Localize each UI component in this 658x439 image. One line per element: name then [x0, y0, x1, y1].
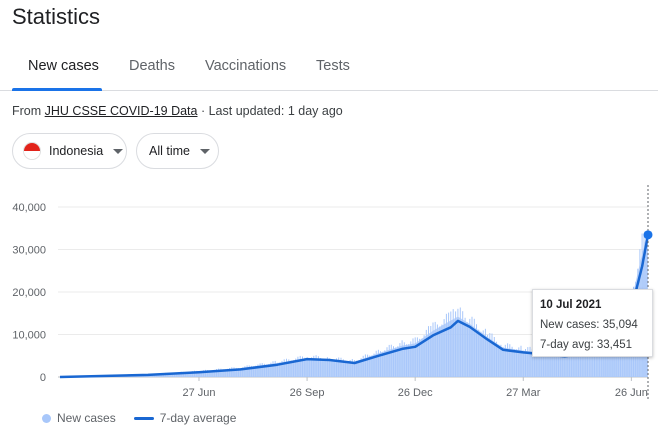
tooltip-new-cases: New cases: 35,094 — [540, 319, 638, 331]
y-tick-label: 0 — [40, 372, 46, 384]
chart-legend: New cases 7-day average — [42, 411, 236, 425]
x-tick-label: 26 Sep — [290, 387, 325, 399]
tooltip-average: 7-day avg: 33,451 — [540, 339, 633, 351]
hover-point — [643, 230, 653, 240]
x-tick-label: 26 Jun — [615, 387, 648, 399]
y-tick-label: 30,000 — [12, 245, 46, 257]
x-tick-label: 27 Jun — [182, 387, 215, 399]
x-tick-label: 26 Dec — [398, 387, 433, 399]
y-tick-label: 40,000 — [12, 202, 46, 214]
x-tick-label: 27 Mar — [506, 387, 541, 399]
chart-tooltip: 10 Jul 2021 New cases: 35,094 7-day avg:… — [532, 289, 653, 357]
legend-new-cases: New cases — [57, 411, 116, 425]
new-cases-legend-swatch — [42, 413, 51, 423]
legend-average: 7-day average — [159, 411, 237, 425]
tooltip-date: 10 Jul 2021 — [540, 299, 602, 311]
y-tick-label: 10,000 — [12, 330, 46, 342]
y-tick-label: 20,000 — [12, 287, 46, 299]
average-legend-swatch — [133, 416, 154, 420]
